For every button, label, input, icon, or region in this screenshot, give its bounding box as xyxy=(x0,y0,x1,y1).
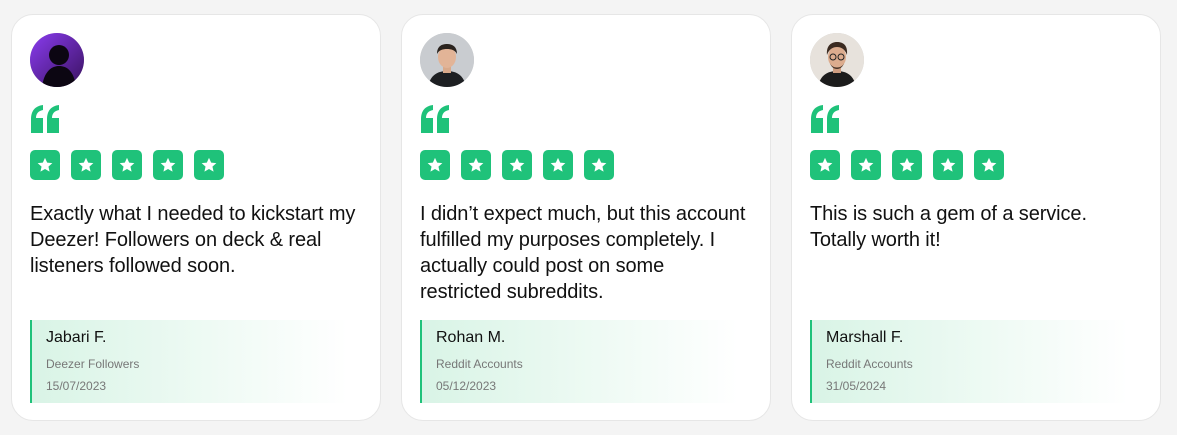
author-product: Deezer Followers xyxy=(46,357,140,371)
star-icon xyxy=(892,150,922,180)
star-rating xyxy=(420,150,614,180)
author-name: Rohan M. xyxy=(436,329,506,346)
testimonials-row: Exactly what I needed to kickstart my De… xyxy=(0,0,1177,435)
quote-icon xyxy=(31,105,59,133)
star-rating xyxy=(30,150,224,180)
testimonial-card: I didn’t expect much, but this account f… xyxy=(401,14,771,421)
star-icon xyxy=(461,150,491,180)
quote-icon xyxy=(811,105,839,133)
star-icon xyxy=(543,150,573,180)
avatar xyxy=(30,33,84,87)
star-icon xyxy=(420,150,450,180)
star-icon xyxy=(71,150,101,180)
author-info: Jabari F. Deezer Followers 15/07/2023 xyxy=(30,320,348,403)
star-icon xyxy=(810,150,840,180)
testimonial-card: This is such a gem of a service. Totally… xyxy=(791,14,1161,421)
testimonial-card: Exactly what I needed to kickstart my De… xyxy=(11,14,381,421)
avatar xyxy=(420,33,474,87)
avatar-man-glasses-portrait-icon xyxy=(810,33,864,87)
avatar xyxy=(810,33,864,87)
quote-icon xyxy=(421,105,449,133)
author-product: Reddit Accounts xyxy=(826,357,913,371)
review-date: 15/07/2023 xyxy=(46,379,107,393)
author-name: Marshall F. xyxy=(826,329,904,346)
review-date: 05/12/2023 xyxy=(436,379,497,393)
author-name: Jabari F. xyxy=(46,329,107,346)
star-icon xyxy=(502,150,532,180)
star-icon xyxy=(112,150,142,180)
star-icon xyxy=(584,150,614,180)
avatar-man-portrait-icon xyxy=(420,33,474,87)
star-icon xyxy=(851,150,881,180)
review-date: 31/05/2024 xyxy=(826,379,887,393)
star-rating xyxy=(810,150,1004,180)
star-icon xyxy=(194,150,224,180)
star-icon xyxy=(153,150,183,180)
star-icon xyxy=(933,150,963,180)
star-icon xyxy=(30,150,60,180)
author-info: Marshall F. Reddit Accounts 31/05/2024 xyxy=(810,320,1128,403)
star-icon xyxy=(974,150,1004,180)
review-text: Exactly what I needed to kickstart my De… xyxy=(30,203,356,277)
review-text: I didn’t expect much, but this account f… xyxy=(420,203,746,303)
review-text: This is such a gem of a service. Totally… xyxy=(810,203,1087,251)
author-info: Rohan M. Reddit Accounts 05/12/2023 xyxy=(420,320,738,403)
avatar-purple-silhouette-icon xyxy=(30,33,84,87)
author-product: Reddit Accounts xyxy=(436,357,523,371)
